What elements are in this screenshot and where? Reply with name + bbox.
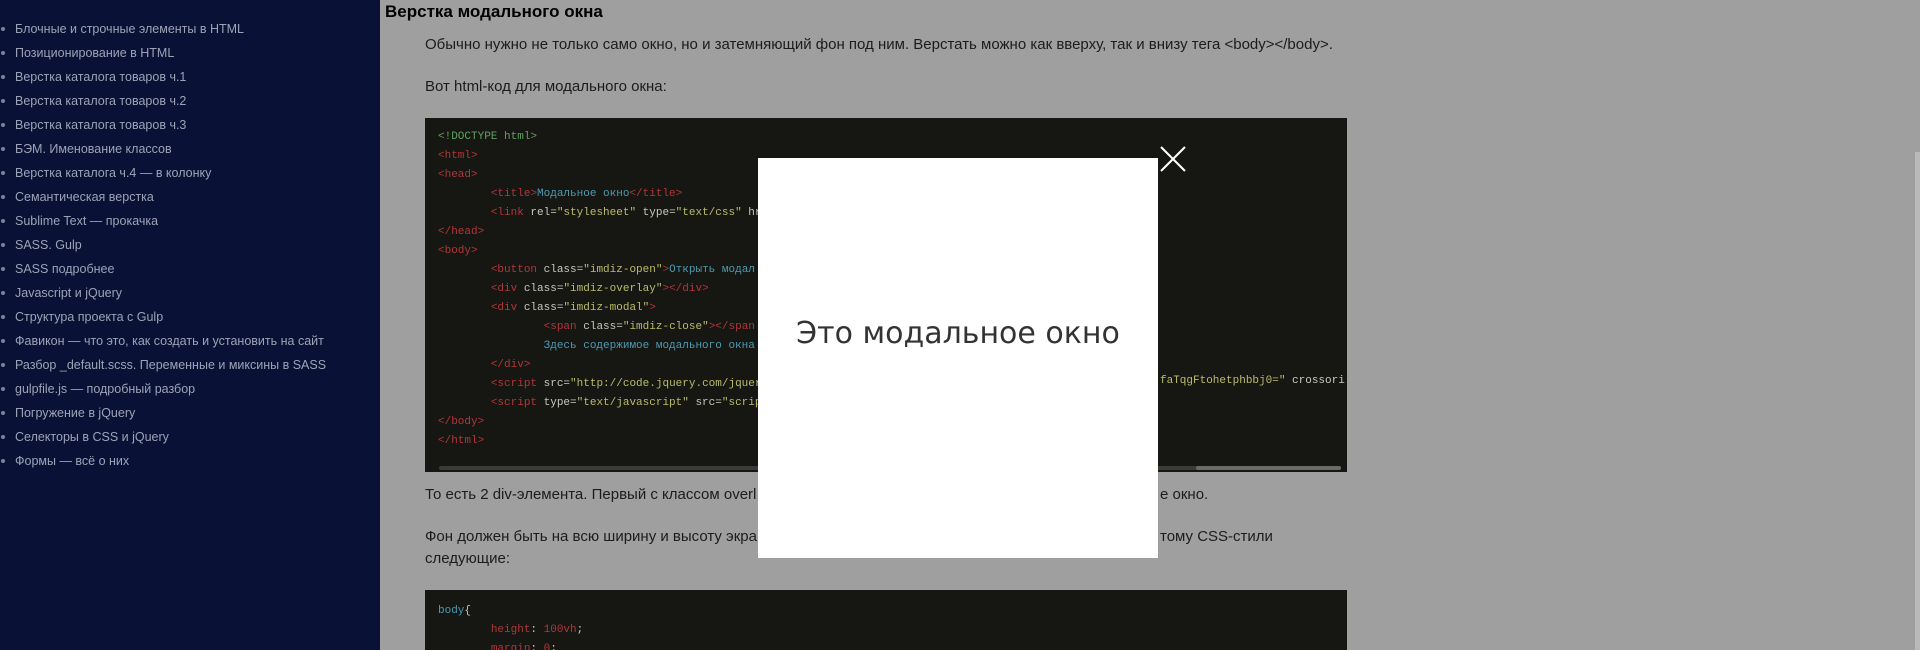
sidebar-item-label: Верстка каталога товаров ч.3 bbox=[15, 118, 187, 132]
sidebar-item[interactable]: Фавикон — что это, как создать и установ… bbox=[0, 332, 380, 356]
sidebar-item-label: SASS. Gulp bbox=[15, 238, 82, 252]
sidebar-item-label: Семантическая верстка bbox=[15, 190, 154, 204]
sidebar-item[interactable]: Позиционирование в HTML bbox=[0, 44, 380, 68]
paragraph-overlay-css-tail: тому CSS-стили bbox=[1160, 528, 1273, 545]
sidebar-item-label: Позиционирование в HTML bbox=[15, 46, 175, 60]
code-block-css: body{ height: 100vh; margin: 0; bbox=[425, 590, 1347, 650]
sidebar-item[interactable]: Верстка каталога товаров ч.3 bbox=[0, 116, 380, 140]
sidebar-item-label: Верстка каталога ч.4 — в колонку bbox=[15, 166, 212, 180]
paragraph-intro: Обычно нужно не только само окно, но и з… bbox=[425, 36, 1333, 53]
sidebar-item-label: Фавикон — что это, как создать и установ… bbox=[15, 334, 324, 348]
bullet-icon bbox=[1, 171, 5, 175]
bullet-icon bbox=[1, 387, 5, 391]
sidebar-list: Блочные и строчные элементы в HTML Позиц… bbox=[0, 0, 380, 476]
modal-text: Это модальное окно bbox=[796, 316, 1120, 351]
bullet-icon bbox=[1, 219, 5, 223]
modal-window: Это модальное окно bbox=[758, 158, 1158, 558]
paragraph-html-code: Вот html-код для модального окна: bbox=[425, 78, 667, 95]
section-title: Верстка модального окна bbox=[385, 2, 603, 21]
bullet-icon bbox=[1, 243, 5, 247]
sidebar-item[interactable]: gulpfile.js — подробный разбор bbox=[0, 380, 380, 404]
sidebar-item-label: Верстка каталога товаров ч.2 bbox=[15, 94, 187, 108]
sidebar-item[interactable]: Верстка каталога товаров ч.1 bbox=[0, 68, 380, 92]
bullet-icon bbox=[1, 339, 5, 343]
sidebar-item-label: Селекторы в CSS и jQuery bbox=[15, 430, 169, 444]
bullet-icon bbox=[1, 459, 5, 463]
sidebar-item[interactable]: Семантическая верстка bbox=[0, 188, 380, 212]
bullet-icon bbox=[1, 435, 5, 439]
sidebar-item-label: Погружение в jQuery bbox=[15, 406, 136, 420]
sidebar-item-label: gulpfile.js — подробный разбор bbox=[15, 382, 196, 396]
sidebar-item-label: БЭМ. Именование классов bbox=[15, 142, 172, 156]
sidebar-item-label: Разбор _default.scss. Переменные и микси… bbox=[15, 358, 327, 372]
sidebar-item[interactable]: Формы — всё о них bbox=[0, 452, 380, 476]
sidebar-item-label: SASS подробнее bbox=[15, 262, 115, 276]
sidebar-item-label: Формы — всё о них bbox=[15, 454, 130, 468]
bullet-icon bbox=[1, 363, 5, 367]
sidebar-item-label: Блочные и строчные элементы в HTML bbox=[15, 22, 245, 36]
sidebar-item[interactable]: Sublime Text — прокачка bbox=[0, 212, 380, 236]
sidebar-item[interactable]: Разбор _default.scss. Переменные и микси… bbox=[0, 356, 380, 380]
sidebar-item[interactable]: Селекторы в CSS и jQuery bbox=[0, 428, 380, 452]
paragraph-divs-tail: е окно. bbox=[1160, 486, 1209, 503]
sidebar-item[interactable]: SASS подробнее bbox=[0, 260, 380, 284]
bullet-icon bbox=[1, 267, 5, 271]
bullet-icon bbox=[1, 291, 5, 295]
bullet-icon bbox=[1, 99, 5, 103]
sidebar-item[interactable]: Погружение в jQuery bbox=[0, 404, 380, 428]
bullet-icon bbox=[1, 195, 5, 199]
page-scrollbar[interactable] bbox=[1915, 152, 1920, 650]
sidebar: Блочные и строчные элементы в HTML Позиц… bbox=[0, 0, 380, 650]
sidebar-item-label: Верстка каталога товаров ч.1 bbox=[15, 70, 187, 84]
code-scrollbar-thumb[interactable] bbox=[1196, 466, 1341, 470]
sidebar-item[interactable]: Структура проекта с Gulp bbox=[0, 308, 380, 332]
sidebar-item[interactable]: Javascript и jQuery bbox=[0, 284, 380, 308]
sidebar-item-label: Sublime Text — прокачка bbox=[15, 214, 159, 228]
sidebar-item[interactable]: SASS. Gulp bbox=[0, 236, 380, 260]
bullet-icon bbox=[1, 315, 5, 319]
bullet-icon bbox=[1, 51, 5, 55]
sidebar-item-label: Структура проекта с Gulp bbox=[15, 310, 164, 324]
bullet-icon bbox=[1, 123, 5, 127]
sidebar-item[interactable]: БЭМ. Именование классов bbox=[0, 140, 380, 164]
sidebar-item[interactable]: Верстка каталога ч.4 — в колонку bbox=[0, 164, 380, 188]
code-line-tail: faTqgFtohetphbbj0=" crossori bbox=[1160, 375, 1345, 387]
sidebar-item-label: Javascript и jQuery bbox=[15, 286, 123, 300]
close-icon[interactable] bbox=[1158, 144, 1188, 174]
bullet-icon bbox=[1, 75, 5, 79]
sidebar-item[interactable]: Блочные и строчные элементы в HTML bbox=[0, 20, 380, 44]
bullet-icon bbox=[1, 147, 5, 151]
bullet-icon bbox=[1, 27, 5, 31]
sidebar-item[interactable]: Верстка каталога товаров ч.2 bbox=[0, 92, 380, 116]
bullet-icon bbox=[1, 411, 5, 415]
